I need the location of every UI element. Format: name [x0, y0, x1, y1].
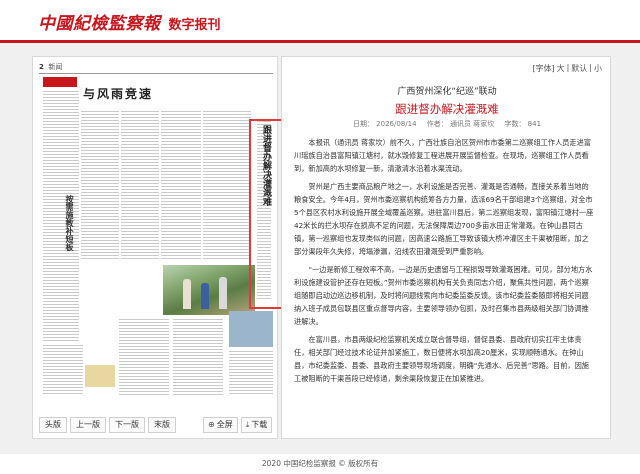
paper-headline: 与风雨竞速	[83, 87, 154, 101]
text-column	[43, 345, 83, 395]
first-page-button[interactable]: 头版	[39, 417, 67, 433]
selected-article-title: 跟进督办解决灌溉难	[261, 125, 271, 206]
zoom-icon: ⊕	[208, 420, 215, 429]
article-paragraph: 贺州是广西主要商品粮产地之一，水利设施是否完善、灌溉是否通畅，直接关系着当地的粮…	[294, 182, 594, 256]
top-header: 中國紀檢監察報 数字报刊	[0, 0, 640, 40]
page-navigation: 头版 上一版 下一版 末版 ⊕ 全屏 ⤓ 下载	[39, 415, 273, 435]
text-column	[229, 351, 273, 395]
font-separator: |	[566, 63, 570, 72]
font-small-button[interactable]: 小	[594, 63, 602, 74]
page-header: 2 新闻	[39, 62, 273, 74]
news-photo	[163, 265, 255, 315]
text-column	[161, 111, 201, 261]
article-meta: 日期： 2026/08/14 作者： 通讯员 蒋家坎 字数： 841	[282, 119, 612, 129]
paper-thumbnail	[229, 311, 273, 347]
font-separator: |	[589, 63, 592, 72]
text-column	[81, 111, 119, 261]
article-paragraph: “一边是新修工程效率不高，一边是历史遗留与工程损毁导致灌溉困难。可见，部分地方水…	[294, 265, 593, 326]
newspaper-page-panel: 2 新闻 与风雨竞速 按需施教补短板 跟进督办解决灌溉难 头版 上一版 下一版 …	[32, 56, 303, 439]
logo-title: 中國紀檢監察報	[38, 14, 161, 34]
page-number: 2	[39, 63, 44, 71]
font-size-controls: [字体] 大 | 默认 | 小	[532, 63, 602, 74]
download-button[interactable]: ⤓ 下载	[240, 417, 273, 433]
download-label: 下载	[251, 420, 268, 429]
article-headline: 跟进督办解决灌溉难	[395, 102, 499, 116]
text-column	[119, 319, 169, 395]
article-paragraph: 本报讯（通讯员 蒋家坎）前不久，广西壮族自治区贺州市市委第二巡察组工作人员走进富…	[294, 138, 591, 173]
fullscreen-label: 全屏	[216, 420, 233, 429]
section-tag	[43, 77, 77, 87]
article-paragraph: 在富川县，市县两级纪检监察机关成立联合督导组，督促县委、县政府切实扛牢主体责任，…	[294, 335, 589, 383]
article-panel: [字体] 大 | 默认 | 小 广西贺州深化“纪巡”联动 跟进督办解决灌溉难 日…	[281, 56, 611, 439]
font-label: [字体]	[532, 64, 555, 73]
fullscreen-button[interactable]: ⊕ 全屏	[203, 417, 238, 433]
newspaper-page-image[interactable]: 与风雨竞速 按需施教补短板	[39, 75, 273, 399]
logo-subtitle: 数字报刊	[168, 18, 221, 33]
article-date: 日期： 2026/08/14	[352, 120, 417, 128]
last-page-button[interactable]: 末版	[148, 417, 176, 433]
main-area: 2 新闻 与风雨竞速 按需施教补短板 跟进督办解决灌溉难 头版 上一版 下一版 …	[0, 43, 640, 454]
article-word-count: 字数： 841	[504, 120, 542, 128]
article-author: 作者： 通讯员 蒋家坎	[426, 120, 495, 128]
text-column	[203, 111, 251, 261]
next-page-button[interactable]: 下一版	[109, 417, 145, 433]
article-body: 本报讯（通讯员 蒋家坎）前不久，广西壮族自治区贺州市市委第二巡察组工作人员走进富…	[294, 136, 594, 434]
download-icon: ⤓	[245, 420, 250, 429]
article-overline: 广西贺州深化“纪巡”联动	[397, 87, 497, 97]
text-column	[173, 319, 223, 395]
paper-thumbnail	[85, 365, 115, 387]
text-column	[121, 111, 159, 261]
prev-page-button[interactable]: 上一版	[70, 417, 106, 433]
footer: 2020 中国纪检监察报 © 版权所有	[0, 454, 640, 474]
page-name: 新闻	[48, 63, 63, 71]
font-large-button[interactable]: 大	[557, 63, 565, 74]
left-article-title: 按需施教补短板	[65, 195, 75, 251]
copyright-text: 2020 中国纪检监察报 © 版权所有	[261, 459, 379, 468]
font-default-button[interactable]: 默认	[571, 63, 587, 74]
site-logo[interactable]: 中國紀檢監察報 数字报刊	[38, 9, 221, 34]
